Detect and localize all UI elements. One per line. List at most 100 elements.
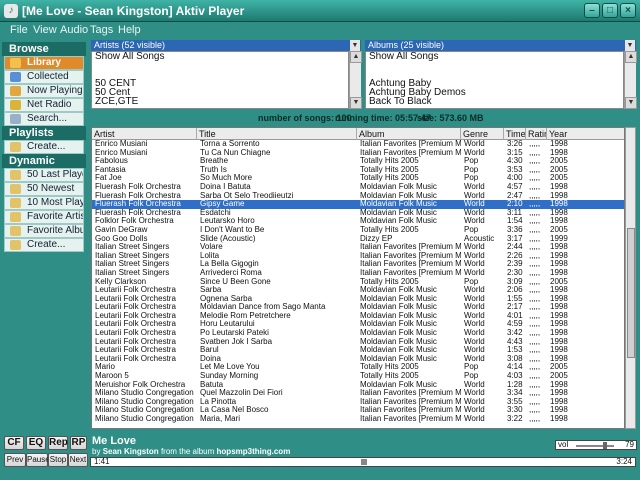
sidebar-item-50-last-played[interactable]: 50 Last Played <box>4 168 84 182</box>
column-header-genre[interactable]: Genre <box>461 128 504 140</box>
seek-bar[interactable]: 1:41 3:24 <box>90 457 636 467</box>
sidebar-item-favorite-artist[interactable]: Favorite Artist <box>4 210 84 224</box>
menu-tags[interactable]: Tags <box>90 24 113 36</box>
table-row[interactable]: Fat Joe So Much More Totally Hits 2005 Pop 4… <box>92 174 624 183</box>
column-header-album[interactable]: Album <box>357 128 461 140</box>
table-scrollbar[interactable] <box>625 127 636 429</box>
volume-control[interactable]: vol 79 <box>555 440 637 450</box>
table-row[interactable]: Fluerash Folk Orchestra Gipsy Game Moldavi… <box>92 200 624 209</box>
sidebar-item-create-dynamic[interactable]: Create... <box>4 238 84 252</box>
scroll-down-icon[interactable]: ▼ <box>625 97 637 109</box>
table-row[interactable]: Folklor Folk Orchestra Leutarsko Horo Mold… <box>92 217 624 226</box>
artists-pane-header[interactable]: Artists (52 visible) ▼ <box>91 40 361 51</box>
table-row[interactable]: Goo Goo Dolls Slide (Acoustic) Dizzy EP Aco… <box>92 235 624 244</box>
random-play-button[interactable]: RP <box>70 436 87 450</box>
table-row[interactable]: Leutarii Folk Orchestra Svatben Jok I Sar… <box>92 338 624 347</box>
song-table[interactable]: Artist Title Album Genre Time Ratin Year… <box>91 127 625 429</box>
seek-knob[interactable] <box>361 459 367 465</box>
scroll-down-icon[interactable]: ▼ <box>350 97 362 109</box>
table-row[interactable]: Leutarii Folk Orchestra Sarba Moldavian Fo… <box>92 286 624 295</box>
sidebar-item-search[interactable]: Search... <box>4 112 84 126</box>
title-bar[interactable]: ♪ [Me Love - Sean Kingston] Aktiv Player… <box>0 0 640 22</box>
list-item[interactable]: Back To Black <box>366 97 623 107</box>
table-row[interactable]: Milano Studio Congregation La Casa Nel Bo… <box>92 406 624 415</box>
sidebar-item-library[interactable]: Library <box>4 56 84 70</box>
repeat-button[interactable]: Rep <box>48 436 68 450</box>
albums-pane-header[interactable]: Albums (25 visible) ▼ <box>365 40 636 51</box>
artists-list[interactable]: Show All Songs 50 CENT 50 Cent ZCE,GTE <box>91 51 349 109</box>
close-button[interactable]: × <box>620 3 636 18</box>
sidebar-item-10-most-played[interactable]: 10 Most Played <box>4 196 84 210</box>
cell-rating: ,,,,, <box>529 174 541 183</box>
menu-file[interactable]: File <box>10 24 28 36</box>
table-row[interactable]: Leutarii Folk Orchestra Horu Leutarului Mo… <box>92 320 624 329</box>
table-row[interactable]: Maroon 5 Sunday Morning Totally Hits 2005 P… <box>92 372 624 381</box>
table-row[interactable]: Leutarii Folk Orchestra Doina Moldavian Fo… <box>92 355 624 364</box>
app-icon[interactable]: ♪ <box>4 4 18 18</box>
table-row[interactable]: Kelly Clarkson Since U Been Gone Totally H… <box>92 278 624 287</box>
menu-audio[interactable]: Audio <box>60 24 88 36</box>
table-row[interactable]: Gavin DeGraw I Don't Want to Be Totally Hi… <box>92 226 624 235</box>
table-row[interactable]: Italian Street Singers Volare Italian Favo… <box>92 243 624 252</box>
crossfade-button[interactable]: CF <box>4 436 24 450</box>
table-row[interactable]: Enrico Musiani Tu Ca Nun Chiagne Italian F… <box>92 149 624 158</box>
scrollbar-thumb[interactable] <box>627 228 635 358</box>
chevron-down-icon[interactable]: ▼ <box>350 40 360 51</box>
table-row[interactable]: Leutarii Folk Orchestra Ognena Sarba Molda… <box>92 295 624 304</box>
scroll-up-icon[interactable]: ▲ <box>350 51 362 63</box>
column-header-year[interactable]: Year <box>547 128 624 140</box>
equalizer-button[interactable]: EQ <box>26 436 46 450</box>
table-row[interactable]: Leutarii Folk Orchestra Po Leutarski Pate… <box>92 329 624 338</box>
artists-scrollbar[interactable]: ▲ ▼ <box>349 51 362 109</box>
cell-artist: Leutarii Folk Orchestra <box>95 329 176 338</box>
sidebar-item-now-playing[interactable]: Now Playing <box>4 84 84 98</box>
list-item[interactable] <box>92 61 348 70</box>
table-row[interactable]: Milano Studio Congregation La Pinotta Ital… <box>92 398 624 407</box>
table-row[interactable]: Leutarii Folk Orchestra Melodie Rom Petre… <box>92 312 624 321</box>
list-item[interactable] <box>366 61 623 70</box>
table-row[interactable]: Meruishor Folk Orchestra Batuta Moldavian … <box>92 381 624 390</box>
volume-slider-knob[interactable] <box>602 442 607 449</box>
albums-list[interactable]: Show All Songs Achtung Baby Achtung Baby… <box>365 51 624 109</box>
prev-button[interactable]: Prev <box>4 453 26 467</box>
sidebar-item-net-radio[interactable]: Net Radio <box>4 98 84 112</box>
table-row[interactable]: Fantasia Truth Is Totally Hits 2005 Pop 3:53… <box>92 166 624 175</box>
table-row[interactable]: Enrico Musiani Torna a Sorrento Italian Fa… <box>92 140 624 149</box>
scroll-up-icon[interactable]: ▲ <box>625 51 637 63</box>
column-header-rating[interactable]: Ratin <box>526 128 547 140</box>
sidebar-item-favorite-album[interactable]: Favorite Album <box>4 224 84 238</box>
column-header-title[interactable]: Title <box>197 128 357 140</box>
albums-scrollbar[interactable]: ▲ ▼ <box>624 51 637 109</box>
column-header-artist[interactable]: Artist <box>92 128 197 140</box>
cell-genre: World <box>464 200 485 209</box>
sidebar-item-collected[interactable]: Collected <box>4 70 84 84</box>
column-header-time[interactable]: Time <box>504 128 526 140</box>
table-row[interactable]: Italian Street Singers La Bella Gigogin It… <box>92 260 624 269</box>
menu-view[interactable]: View <box>33 24 57 36</box>
sidebar-item-50-newest[interactable]: 50 Newest <box>4 182 84 196</box>
table-row[interactable]: Leutarii Folk Orchestra Moldavian Dance f… <box>92 303 624 312</box>
list-item[interactable]: Show All Songs <box>92 52 348 62</box>
chevron-down-icon[interactable]: ▼ <box>625 40 635 51</box>
table-row[interactable]: Fluerash Folk Orchestra Esdatchi Moldavian… <box>92 209 624 218</box>
list-item[interactable]: ZCE,GTE <box>92 97 348 107</box>
stop-button[interactable]: Stop <box>48 453 68 467</box>
pause-button[interactable]: Pause <box>26 453 50 467</box>
table-row[interactable]: Fabolous Breathe Totally Hits 2005 Pop 4:30,… <box>92 157 624 166</box>
table-row[interactable]: Italian Street Singers Lolita Italian Favo… <box>92 252 624 261</box>
table-row[interactable]: Fluerash Folk Orchestra Doina I Batuta Mol… <box>92 183 624 192</box>
menu-help[interactable]: Help <box>118 24 141 36</box>
next-button[interactable]: Next <box>68 453 88 467</box>
minimize-button[interactable]: – <box>584 3 600 18</box>
volume-track[interactable] <box>576 445 614 447</box>
maximize-button[interactable]: □ <box>602 3 618 18</box>
sidebar-item-create-playlist[interactable]: Create... <box>4 140 84 154</box>
table-row[interactable]: Italian Street Singers Arrivederci Roma It… <box>92 269 624 278</box>
table-row[interactable]: Milano Studio Congregation Maria, Mari Ita… <box>92 415 624 424</box>
list-item[interactable]: Show All Songs <box>366 52 623 62</box>
table-row[interactable]: Milano Studio Congregation Quel Mazzolin … <box>92 389 624 398</box>
list-item[interactable]: 50 CENT <box>92 79 348 89</box>
table-row[interactable]: Fluerash Folk Orchestra Sarba Ot Selo Tre… <box>92 192 624 201</box>
table-row[interactable]: Mario Let Me Love You Totally Hits 2005 Pop… <box>92 363 624 372</box>
table-row[interactable]: Leutarii Folk Orchestra Barul Moldavian Fo… <box>92 346 624 355</box>
